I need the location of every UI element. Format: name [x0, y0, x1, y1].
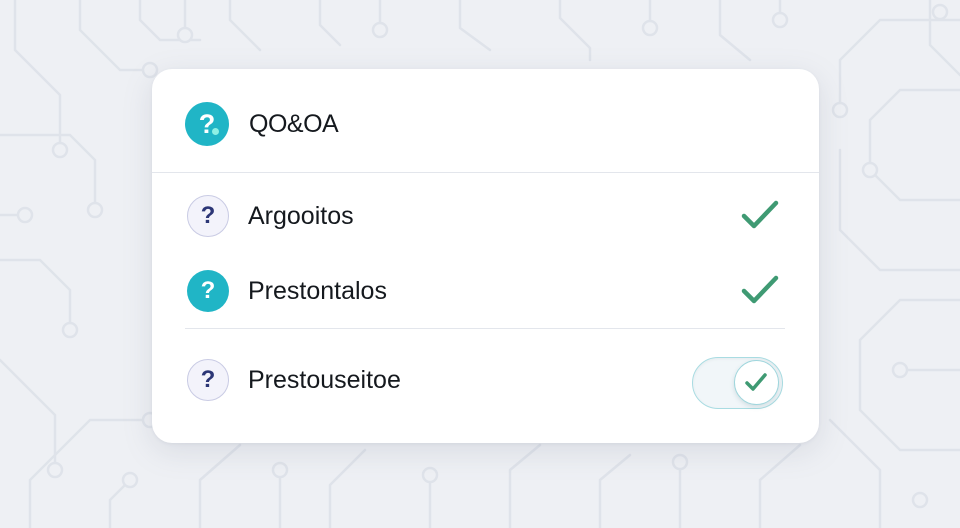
checkmark-icon	[741, 275, 779, 304]
card-header: ? QO&OA	[152, 69, 819, 172]
question-mark-icon: ?	[187, 195, 229, 237]
question-mark-icon: ?	[187, 359, 229, 401]
checkmark-icon	[741, 200, 779, 229]
list-item-label: Prestontalos	[248, 277, 387, 305]
prestouseitoe-toggle[interactable]	[692, 357, 783, 409]
list-item-label: Argooitos	[248, 202, 354, 230]
checkmark-icon	[745, 373, 767, 391]
question-mark-icon: ?	[185, 102, 229, 146]
card-title: QO&OA	[249, 110, 339, 138]
toggle-knob[interactable]	[734, 360, 779, 405]
list-item-label: Prestouseitoe	[248, 366, 401, 394]
list-item-argooitos[interactable]: ? Argooitos	[152, 187, 819, 247]
list-item-prestontalos[interactable]: ? Prestontalos	[152, 262, 819, 322]
question-mark-icon: ?	[187, 270, 229, 312]
header-divider	[152, 172, 819, 173]
list-divider	[185, 328, 785, 329]
qa-card: ? QO&OA ? Argooitos ? Prestontalos ? Pre…	[152, 69, 819, 443]
